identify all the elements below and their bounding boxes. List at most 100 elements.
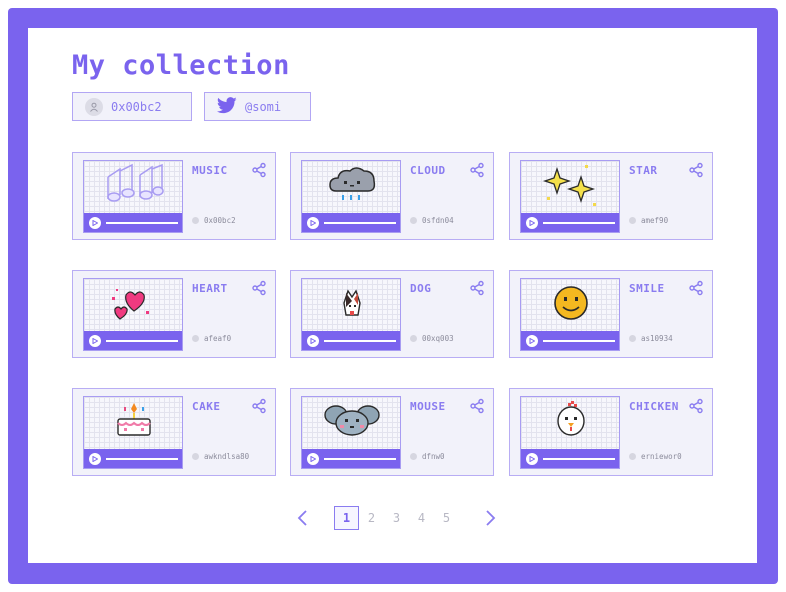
card-title: SMILE <box>629 282 665 295</box>
nft-card[interactable]: MOUSE dfnw0 <box>290 388 494 476</box>
page-3-button[interactable]: 3 <box>384 506 409 530</box>
owner-avatar-icon <box>192 453 199 460</box>
nft-card[interactable]: CAKE awkndlsa80 <box>72 388 276 476</box>
share-icon[interactable] <box>251 398 267 414</box>
play-button[interactable] <box>526 452 538 465</box>
progress-track[interactable] <box>106 457 178 460</box>
owner-info: awkndlsa80 <box>192 452 249 461</box>
play-icon <box>92 337 98 344</box>
card-title: CAKE <box>192 400 221 413</box>
share-icon[interactable] <box>688 398 704 414</box>
nft-card[interactable]: HEART afeaf0 <box>72 270 276 358</box>
nft-thumbnail <box>301 160 401 233</box>
owner-address: afeaf0 <box>204 334 232 343</box>
share-icon[interactable] <box>469 280 485 296</box>
chicken-art <box>557 401 585 436</box>
page-1-button[interactable]: 1 <box>334 506 359 530</box>
nft-card[interactable]: STAR amef90 <box>509 152 713 240</box>
play-icon <box>310 219 316 226</box>
owner-avatar-icon <box>410 217 417 224</box>
next-page-button[interactable] <box>485 508 499 528</box>
music-notes-art <box>107 163 164 202</box>
play-icon <box>310 455 316 462</box>
progress-track[interactable] <box>324 339 396 342</box>
play-button[interactable] <box>307 216 319 229</box>
progress-track[interactable] <box>324 221 396 224</box>
chevron-left-icon <box>297 510 307 526</box>
progress-track[interactable] <box>543 339 615 342</box>
nft-card[interactable]: SMILE as10934 <box>509 270 713 358</box>
nft-thumbnail <box>520 278 620 351</box>
card-title: HEART <box>192 282 228 295</box>
page-numbers: 1 2 3 4 5 <box>334 506 459 530</box>
chevron-right-icon <box>486 510 496 526</box>
owner-info: as10934 <box>629 334 673 343</box>
owner-avatar-icon <box>629 453 636 460</box>
progress-track[interactable] <box>106 221 178 224</box>
nft-card[interactable]: CHICKEN erniewor0 <box>509 388 713 476</box>
play-button[interactable] <box>307 452 319 465</box>
owner-address: awkndlsa80 <box>204 452 250 461</box>
share-icon[interactable] <box>469 162 485 178</box>
twitter-chip[interactable]: @somi <box>204 92 311 121</box>
nft-thumbnail <box>520 396 620 469</box>
play-button[interactable] <box>526 216 538 229</box>
play-icon <box>92 455 98 462</box>
dog-art <box>343 289 361 316</box>
play-button[interactable] <box>89 216 101 229</box>
twitter-bird-icon <box>216 96 237 117</box>
play-button[interactable] <box>89 334 101 347</box>
mouse-art <box>324 405 380 436</box>
nft-card[interactable]: DOG 00xq003 <box>290 270 494 358</box>
nft-thumbnail <box>83 278 183 351</box>
owner-avatar-icon <box>192 335 199 342</box>
nft-thumbnail <box>83 396 183 469</box>
share-icon[interactable] <box>251 280 267 296</box>
card-title: DOG <box>410 282 432 295</box>
progress-track[interactable] <box>543 457 615 460</box>
nft-card[interactable]: CLOUD 0sfdn04 <box>290 152 494 240</box>
progress-track[interactable] <box>106 339 178 342</box>
page-5-button[interactable]: 5 <box>434 506 459 530</box>
owner-address: dfnw0 <box>422 452 445 461</box>
play-icon <box>529 455 535 462</box>
wallet-chip[interactable]: 0x00bc2 <box>72 92 192 121</box>
collection-panel: My collection 0x00bc2 @somi MUSIC 0x00bc… <box>28 28 757 563</box>
pagination: 1 2 3 4 5 <box>296 506 504 530</box>
owner-info: afeaf0 <box>192 334 231 343</box>
owner-info: amef90 <box>629 216 668 225</box>
wallet-address: 0x00bc2 <box>111 99 162 114</box>
share-icon[interactable] <box>688 162 704 178</box>
owner-info: erniewor0 <box>629 452 682 461</box>
audio-player <box>521 331 619 350</box>
page-4-button[interactable]: 4 <box>409 506 434 530</box>
birthday-cake-art <box>117 403 151 436</box>
share-icon[interactable] <box>688 280 704 296</box>
nft-card[interactable]: MUSIC 0x00bc2 <box>72 152 276 240</box>
audio-player <box>302 213 400 232</box>
owner-address: 00xq003 <box>422 334 454 343</box>
page-2-button[interactable]: 2 <box>359 506 384 530</box>
progress-track[interactable] <box>324 457 396 460</box>
audio-player <box>84 331 182 350</box>
owner-info: 0x00bc2 <box>192 216 236 225</box>
progress-track[interactable] <box>543 221 615 224</box>
nft-thumbnail <box>520 160 620 233</box>
owner-avatar-icon <box>629 217 636 224</box>
card-title: CHICKEN <box>629 400 679 413</box>
audio-player <box>84 449 182 468</box>
share-icon[interactable] <box>251 162 267 178</box>
owner-info: dfnw0 <box>410 452 445 461</box>
owner-address: 0sfdn04 <box>422 216 454 225</box>
play-button[interactable] <box>89 452 101 465</box>
play-button[interactable] <box>307 334 319 347</box>
nft-thumbnail <box>301 278 401 351</box>
card-title: STAR <box>629 164 658 177</box>
sparkle-stars-art <box>542 165 596 206</box>
share-icon[interactable] <box>469 398 485 414</box>
prev-page-button[interactable] <box>296 508 310 528</box>
play-button[interactable] <box>526 334 538 347</box>
play-icon <box>310 337 316 344</box>
audio-player <box>302 331 400 350</box>
twitter-handle: @somi <box>245 99 282 114</box>
